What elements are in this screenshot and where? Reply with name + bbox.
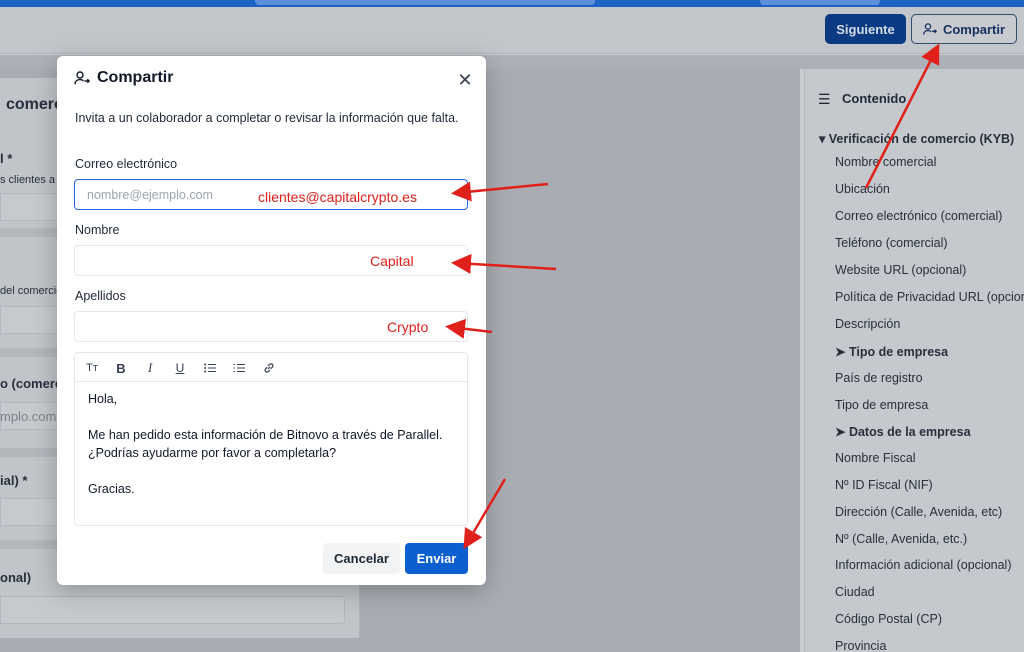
- name-label: Nombre: [75, 223, 120, 237]
- numbered-list-icon[interactable]: [228, 358, 250, 378]
- message-body[interactable]: Hola, Me han pedido esta información de …: [88, 390, 460, 516]
- field-help: del comercio: [0, 285, 63, 297]
- sidebar-item[interactable]: Nº ID Fiscal (NIF): [835, 478, 933, 492]
- page-header: Siguiente Compartir: [0, 7, 1024, 54]
- annotation-lastname: Crypto: [387, 319, 429, 335]
- sidebar-item[interactable]: Ubicación: [835, 182, 890, 196]
- sidebar-item[interactable]: Teléfono (comercial): [835, 236, 948, 250]
- sidebar-section-label: Verificación de comercio (KYB): [828, 132, 1015, 146]
- message-editor[interactable]: Tт B I U Hola, Me han pedido esta inform…: [74, 352, 468, 526]
- dialog-description: Invita a un colaborador a completar o re…: [75, 111, 459, 125]
- message-closing: Gracias.: [88, 482, 135, 496]
- sidebar-item[interactable]: Dirección (Calle, Avenida, etc): [835, 505, 1002, 519]
- top-progress-strip: [0, 0, 1024, 7]
- link-icon[interactable]: [258, 358, 280, 378]
- sidebar-item[interactable]: Correo electrónico (comercial): [835, 209, 1002, 223]
- share-button[interactable]: Compartir: [911, 14, 1017, 44]
- bold-icon[interactable]: B: [110, 358, 132, 378]
- section-title: comerc: [6, 96, 63, 113]
- field-placeholder: mplo.com: [0, 409, 57, 424]
- sidebar-item[interactable]: Website URL (opcional): [835, 263, 966, 277]
- sidebar-item[interactable]: Ciudad: [835, 585, 875, 599]
- editor-toolbar: Tт B I U: [75, 353, 467, 382]
- annotation-email: clientes@capitalcrypto.es: [258, 189, 417, 205]
- underline-icon[interactable]: U: [169, 358, 191, 378]
- user-share-icon: [74, 71, 90, 85]
- sidebar-item[interactable]: Nº (Calle, Avenida, etc.): [835, 532, 967, 546]
- message-line: Me han pedido esta información de Bitnov…: [88, 428, 443, 442]
- bullet-list-icon[interactable]: [199, 358, 221, 378]
- lastname-label: Apellidos: [75, 289, 126, 303]
- field-label: onal): [0, 570, 32, 585]
- list-menu-icon: ☰: [818, 91, 831, 107]
- field-label: ial) *: [0, 473, 28, 488]
- share-button-label: Compartir: [942, 21, 1006, 37]
- dialog-header: Compartir: [74, 69, 173, 87]
- sidebar-group[interactable]: ➤ Datos de la empresa: [835, 424, 971, 439]
- sidebar-item[interactable]: Código Postal (CP): [835, 612, 942, 626]
- text-size-icon[interactable]: Tт: [81, 358, 103, 378]
- field-label: o (comerc: [0, 376, 63, 391]
- field-label: l *: [0, 151, 13, 166]
- italic-icon[interactable]: I: [139, 358, 161, 378]
- field-help: s clientes a: [0, 174, 56, 186]
- contents-sidebar: ☰ Contenido ▾ Verificación de comercio (…: [804, 69, 1024, 652]
- sidebar-item[interactable]: Política de Privacidad URL (opcion: [835, 290, 1024, 304]
- send-button[interactable]: Enviar: [405, 543, 468, 574]
- sidebar-item[interactable]: Tipo de empresa: [835, 398, 928, 412]
- message-greeting: Hola,: [88, 392, 118, 406]
- top-strip-pill: [255, 0, 595, 5]
- sidebar-title: Contenido: [842, 91, 907, 106]
- close-icon[interactable]: ✕: [453, 68, 477, 92]
- sidebar-section[interactable]: ▾ Verificación de comercio (KYB): [819, 131, 1014, 146]
- user-share-icon: [923, 23, 937, 35]
- sidebar-item[interactable]: Información adicional (opcional): [835, 558, 1011, 572]
- message-line: ¿Podrías ayudarme por favor a completarl…: [88, 446, 337, 460]
- sidebar-item[interactable]: País de registro: [835, 371, 923, 385]
- cancel-button[interactable]: Cancelar: [323, 543, 400, 574]
- email-label: Correo electrónico: [75, 157, 178, 171]
- next-button[interactable]: Siguiente: [825, 14, 906, 44]
- annotation-name: Capital: [370, 253, 414, 269]
- top-strip-pill: [760, 0, 880, 5]
- sidebar-item[interactable]: Nombre comercial: [835, 155, 936, 169]
- sidebar-group[interactable]: ➤ Tipo de empresa: [835, 344, 948, 359]
- sidebar-item[interactable]: Provincia: [835, 639, 886, 652]
- dialog-title: Compartir: [97, 69, 174, 86]
- next-button-label: Siguiente: [836, 21, 895, 37]
- sidebar-item[interactable]: Nombre Fiscal: [835, 451, 916, 465]
- bg-input-field[interactable]: [0, 596, 345, 624]
- sidebar-item[interactable]: Descripción: [835, 317, 900, 331]
